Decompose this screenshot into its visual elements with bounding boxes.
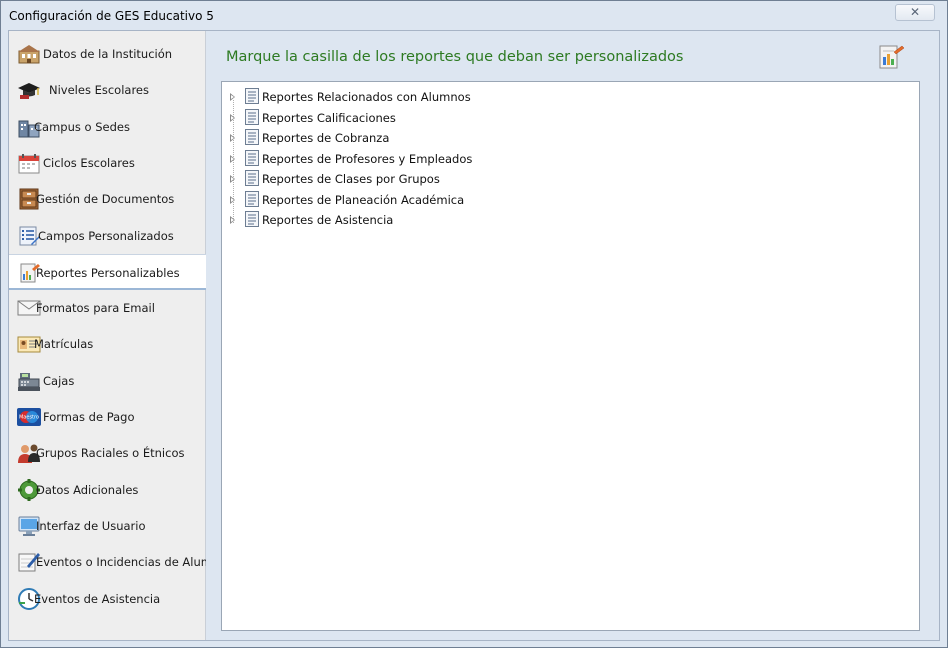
sidebar-item-campos-personalizados[interactable]: Campos Personalizados [9,218,205,254]
sidebar-item-label: Gestión de Documentos [36,192,175,207]
report-document-icon [245,88,259,104]
building-icon [18,45,40,64]
sidebar-item-label: Eventos o Incidencias de Alumnos [36,555,233,570]
sidebar-item-datos-de-la-institucion[interactable]: Datos de la Institución [9,36,205,72]
cash-register-icon [18,372,40,391]
sidebar-item-label: Ciclos Escolares [43,155,135,170]
main-content: Marque la casilla de los reportes que de… [206,31,939,640]
window-client-area: Datos de la Institución Niveles Escolares… [8,30,940,641]
tree-node-label: Reportes de Planeación Académica [262,192,465,207]
sidebar-item-reportes-personalizables[interactable]: Reportes Personalizables [9,253,207,290]
report-document-icon [245,211,259,227]
expand-arrow-icon[interactable] [230,216,235,224]
report-document-icon [245,108,259,125]
reports-tree: Reportes Relacionados con Alumnos Reporte… [221,81,920,631]
sidebar-item-niveles-escolares[interactable]: Niveles Escolares [9,72,205,108]
sidebar-item-eventos-o-incidencias-de-alumnos[interactable]: Eventos o Incidencias de Alumnos [9,544,232,580]
sidebar-item-label: Formas de Pago [43,410,135,424]
payment-card-logo-text: Maestro [19,415,39,421]
expand-arrow-icon[interactable] [230,93,235,101]
expand-arrow-icon[interactable] [230,134,235,142]
tree-node-label: Reportes de Clases por Grupos [262,172,440,186]
report-document-icon [245,129,259,145]
sidebar-item-label: Interfaz de Usuario [36,518,146,533]
sidebar-item-formatos-para-email[interactable]: Formatos para Email [9,290,205,326]
sidebar-item-label: Matrículas [34,337,94,352]
expand-arrow-icon[interactable] [230,195,235,204]
sidebar-item-eventos-de-asistencia[interactable]: Eventos de Asistencia [9,581,205,617]
sidebar-item-matriculas[interactable]: Matrículas [9,326,205,362]
sidebar-item-label: Niveles Escolares [49,83,149,98]
sidebar-item-grupos-raciales-o-etnicos[interactable]: Grupos Raciales o Étnicos [9,435,205,471]
window-title: Configuración de GES Educativo 5 [9,9,214,23]
sidebar-item-label: Campus o Sedes [34,119,130,134]
sidebar-item-cajas[interactable]: Cajas [9,363,205,399]
report-document-icon [245,149,259,166]
sidebar-item-gestion-de-documentos[interactable]: Gestión de Documentos [9,181,205,217]
sidebar-item-label: Datos Adicionales [36,482,139,497]
sidebar-item-label: Grupos Raciales o Étnicos [36,446,185,461]
expand-arrow-icon[interactable] [230,113,235,122]
report-document-icon [245,170,259,186]
sidebar-item-formas-de-pago[interactable]: Maestro Formas de Pago [9,399,205,435]
sidebar-item-label: Reportes Personalizables [36,265,180,280]
sidebar-item-label: Campos Personalizados [38,228,174,243]
report-edit-icon [879,45,905,69]
tree-node-label: Reportes de Profesores y Empleados [262,151,473,166]
sidebar-item-label: Eventos de Asistencia [34,591,161,606]
page-heading: Marque la casilla de los reportes que de… [226,49,684,65]
tree-node-label: Reportes de Asistencia [262,213,394,227]
settings-window: Configuración de GES Educativo 5 ✕ Datos… [0,0,948,648]
expand-arrow-icon[interactable] [230,175,235,183]
sidebar-item-ciclos-escolares[interactable]: Ciclos Escolares [9,145,205,181]
sidebar-item-interfaz-de-usuario[interactable]: Interfaz de Usuario [9,508,205,544]
calendar-icon [18,153,40,174]
sidebar-item-datos-adicionales[interactable]: Datos Adicionales [9,472,205,508]
graduation-cap-icon [18,83,40,100]
sidebar-item-label: Datos de la Institución [43,47,173,61]
close-button[interactable]: ✕ [895,4,935,21]
title-bar: Configuración de GES Educativo 5 ✕ [1,1,947,29]
tree-node-label: Reportes de Cobranza [262,131,390,145]
report-document-icon [245,190,259,207]
sidebar-item-label: Formatos para Email [36,301,155,316]
expand-arrow-icon[interactable] [230,154,235,163]
sidebar-item-campus-o-sedes[interactable]: Campus o Sedes [9,109,205,145]
sidebar-nav: Datos de la Institución Niveles Escolares… [9,31,232,640]
payment-card-icon: Maestro [17,408,41,426]
tree-node-label: Reportes Relacionados con Alumnos [262,90,471,104]
sidebar-item-label: Cajas [43,373,75,388]
tree-node-label: Reportes Calificaciones [262,110,396,125]
